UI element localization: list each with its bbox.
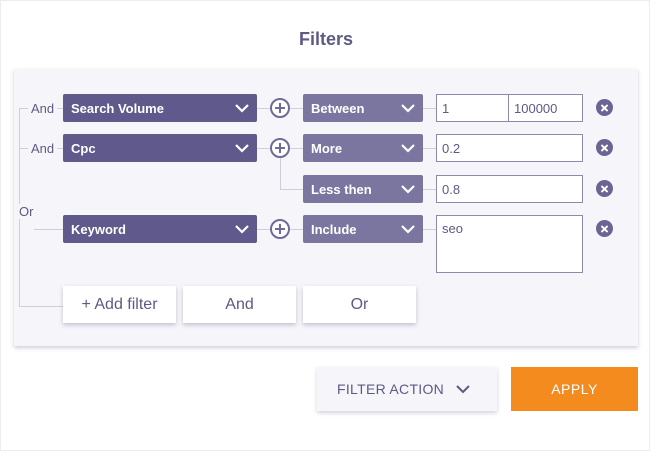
tree-line-sub <box>280 158 281 189</box>
chevron-down-icon <box>235 144 249 153</box>
field-select-cpc[interactable]: Cpc <box>63 134 257 162</box>
add-filter-button[interactable]: + Add filter <box>63 286 176 323</box>
apply-button[interactable]: APPLY <box>511 367 638 411</box>
field-select-keyword[interactable]: Keyword <box>63 215 257 243</box>
operator-select-label: Between <box>311 100 365 116</box>
tree-line-branch <box>19 108 28 109</box>
operator-select-label: Include <box>311 221 357 237</box>
tree-line-branch <box>19 148 28 149</box>
keyword-textarea[interactable]: seo <box>436 215 583 273</box>
value-input[interactable]: 0.2 <box>436 134 583 162</box>
operator-select-label: More <box>311 140 343 156</box>
tree-line-connector <box>423 108 436 109</box>
field-select-label: Search Volume <box>71 100 164 116</box>
operator-select-between[interactable]: Between <box>303 94 423 122</box>
page-title: Filters <box>298 29 354 49</box>
chevron-down-icon <box>401 104 415 113</box>
tree-line-connector <box>423 189 436 190</box>
operator-select-less-then[interactable]: Less then <box>303 175 423 203</box>
tree-line-connector <box>290 229 303 230</box>
sub-value-input[interactable]: 0.8 <box>436 175 583 203</box>
field-select-label: Cpc <box>71 140 96 156</box>
tree-line-branch <box>34 229 63 230</box>
operator-select-label: Less then <box>311 181 372 197</box>
connector-or: Or <box>18 204 35 219</box>
field-select-search-volume[interactable]: Search Volume <box>63 94 257 122</box>
or-button[interactable]: Or <box>303 286 416 323</box>
chevron-down-icon <box>401 185 415 194</box>
filters-dialog: Filters And And Or Search Volume Between… <box>0 0 650 451</box>
chevron-down-icon <box>235 104 249 113</box>
field-select-label: Keyword <box>71 221 126 237</box>
tree-line-connector <box>290 108 303 109</box>
filter-action-dropdown[interactable]: FILTER ACTION <box>317 367 497 411</box>
chevron-down-icon <box>401 144 415 153</box>
tree-line-connector <box>257 148 270 149</box>
tree-line-connector <box>290 148 303 149</box>
add-condition-icon[interactable] <box>270 138 290 158</box>
operator-select-more[interactable]: More <box>303 134 423 162</box>
add-condition-icon[interactable] <box>270 219 290 239</box>
chevron-down-icon <box>235 225 249 234</box>
connector-and-1: And <box>31 101 55 116</box>
and-button[interactable]: And <box>183 286 296 323</box>
remove-filter-icon[interactable] <box>596 220 613 237</box>
tree-line-connector <box>257 229 270 230</box>
tree-line-connector <box>423 229 436 230</box>
remove-filter-icon[interactable] <box>596 139 613 156</box>
operator-select-include[interactable]: Include <box>303 215 423 243</box>
tree-line-branch <box>19 306 63 307</box>
value-from-input[interactable]: 1 <box>436 94 509 122</box>
add-condition-icon[interactable] <box>270 98 290 118</box>
remove-condition-icon[interactable] <box>596 180 613 197</box>
chevron-down-icon <box>401 225 415 234</box>
tree-line-connector <box>257 108 270 109</box>
chevron-down-icon <box>456 385 470 394</box>
tree-line-sub <box>280 189 303 190</box>
remove-filter-icon[interactable] <box>596 99 613 116</box>
connector-and-2: And <box>31 141 55 156</box>
tree-line-connector <box>423 148 436 149</box>
filter-action-label: FILTER ACTION <box>337 381 445 397</box>
value-to-input[interactable]: 100000 <box>508 94 583 122</box>
